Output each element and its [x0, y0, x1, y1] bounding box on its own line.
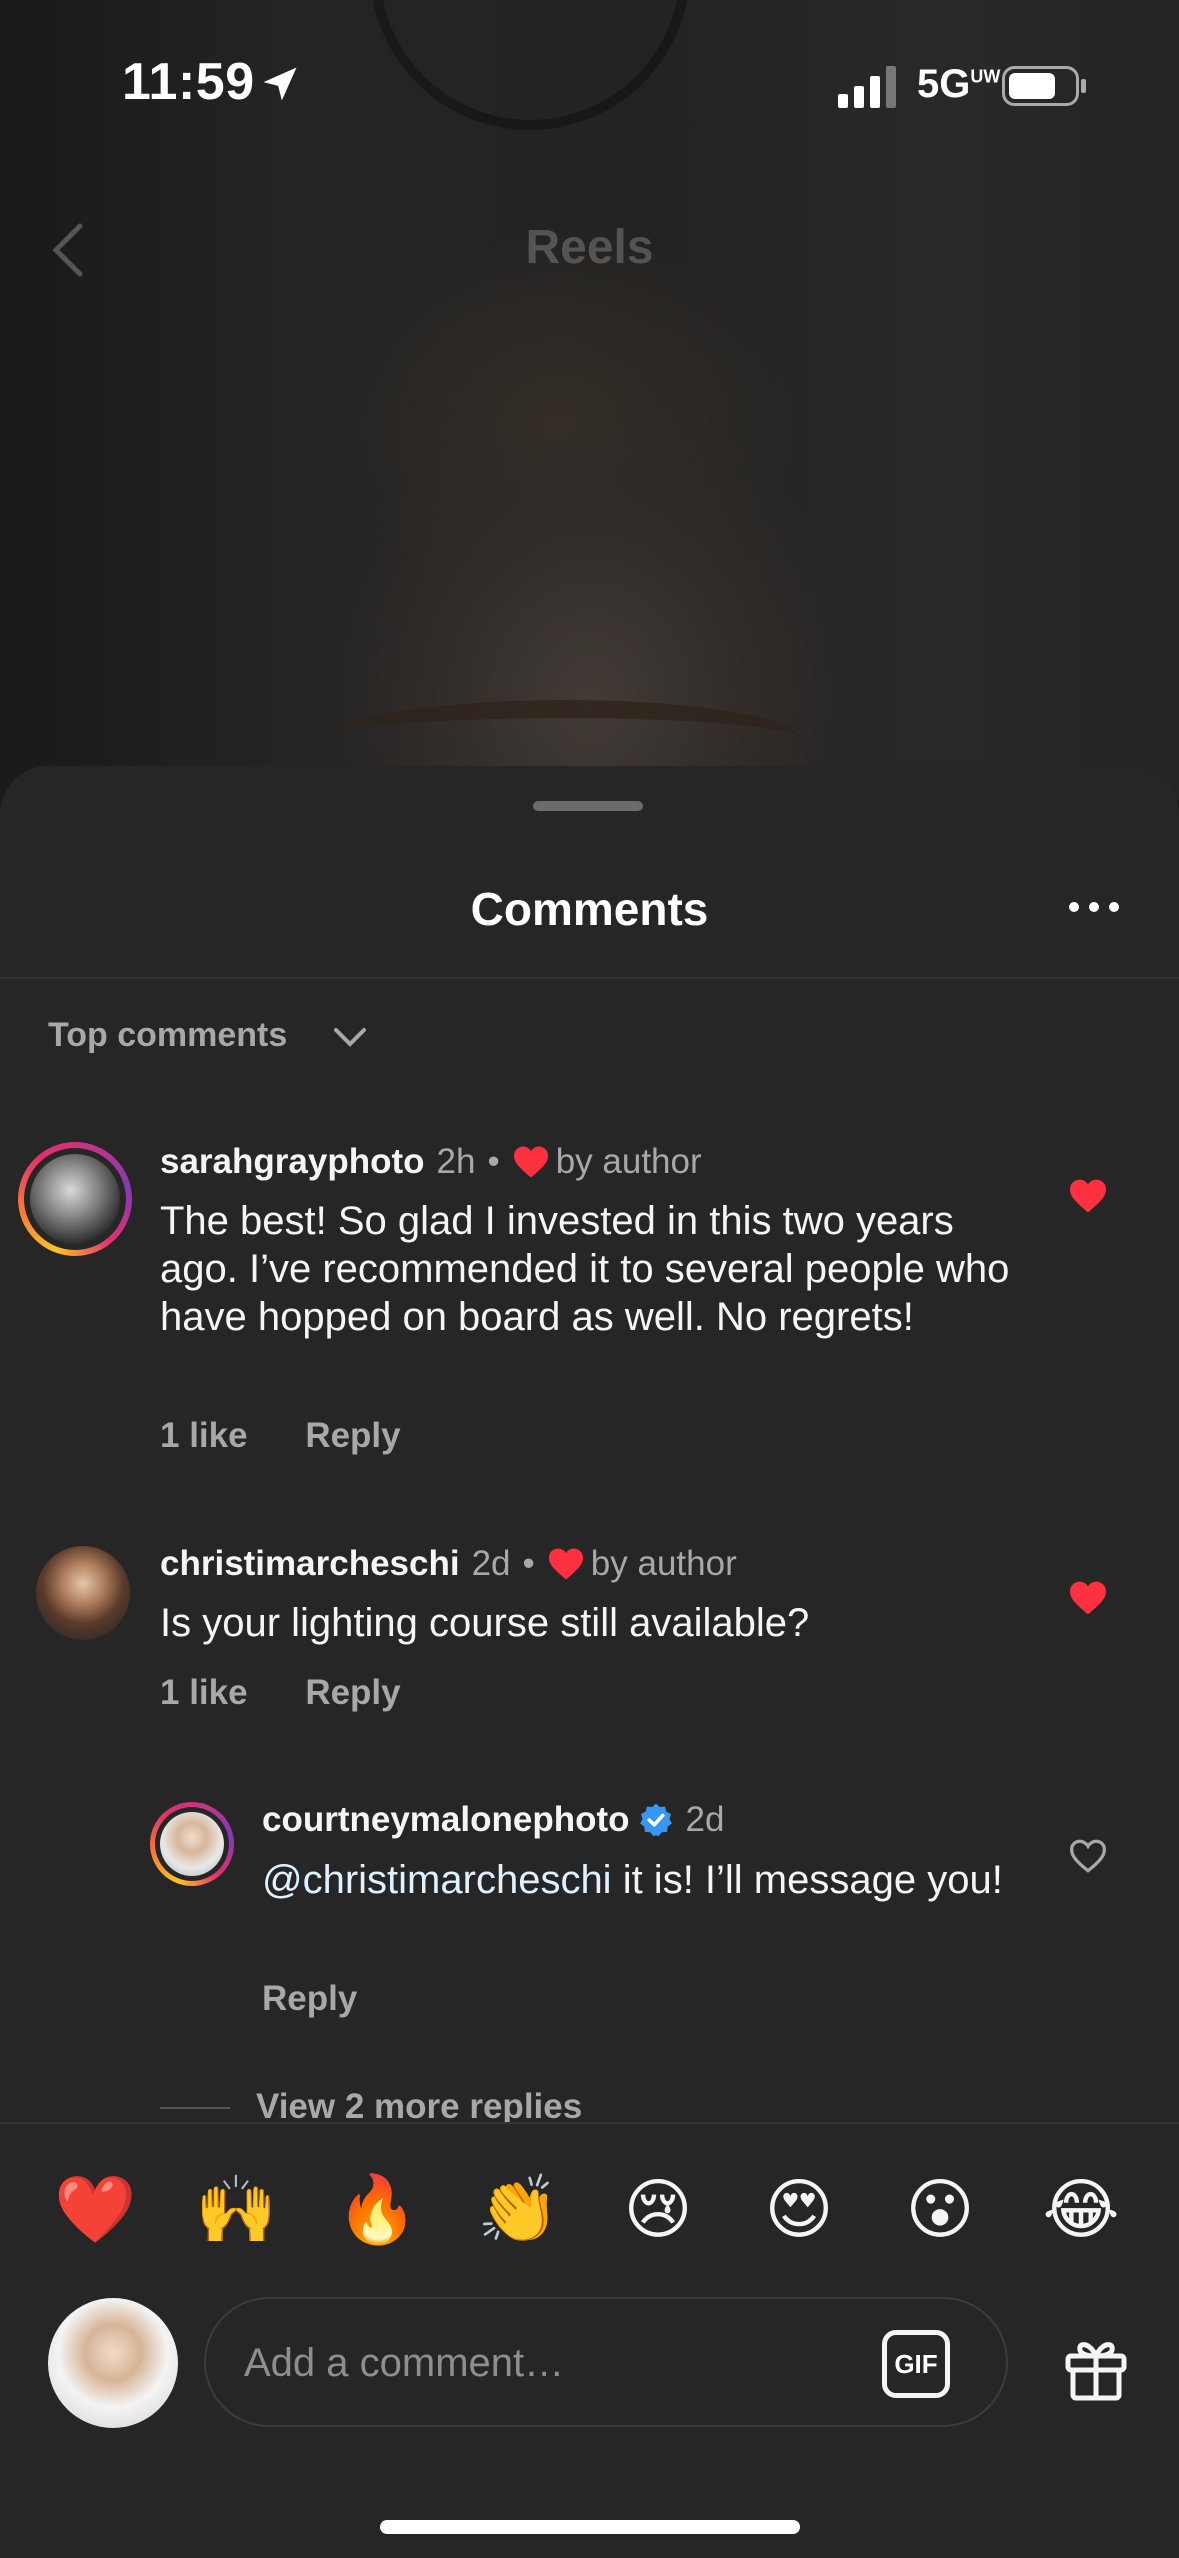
- network-sup: UW: [970, 66, 1001, 87]
- reaction-emoji-clapping[interactable]: 👏: [477, 2170, 559, 2250]
- comment-meta: sarahgrayphoto 2h • by author: [160, 1142, 702, 1182]
- reply-username[interactable]: courtneymalonephoto: [262, 1800, 630, 1840]
- reaction-emoji-heart-eyes[interactable]: 😍: [759, 2170, 839, 2250]
- reply-meta: courtneymalonephoto 2d: [262, 1800, 724, 1840]
- reply-button[interactable]: Reply: [305, 1673, 400, 1712]
- reaction-emoji-heart[interactable]: ❤️: [54, 2170, 136, 2250]
- home-indicator[interactable]: [380, 2520, 800, 2534]
- network-indicator: 5GUW: [917, 62, 1000, 107]
- like-count[interactable]: 1 like: [160, 1416, 248, 1455]
- page-title: Reels: [525, 221, 654, 274]
- like-count[interactable]: 1 like: [160, 1673, 248, 1712]
- comment-username[interactable]: sarahgrayphoto: [160, 1142, 425, 1182]
- comment-time: 2d: [471, 1544, 511, 1583]
- reaction-emoji-surprised[interactable]: 😮: [900, 2170, 980, 2250]
- current-user-avatar: [48, 2298, 178, 2428]
- verified-badge-icon: [639, 1803, 672, 1837]
- cellular-signal-icon: [838, 66, 896, 108]
- comment-input[interactable]: [242, 2329, 846, 2397]
- reaction-emoji-laughing[interactable]: 😂: [1041, 2170, 1121, 2250]
- comment-actions: 1 like Reply: [160, 1416, 449, 1456]
- battery-icon: [1002, 66, 1086, 106]
- heart-icon: [548, 1548, 583, 1580]
- view-more-replies-button[interactable]: View 2 more replies: [256, 2087, 582, 2127]
- reply-body: it is! I’ll message you!: [611, 1858, 1003, 1902]
- status-time: 11:59: [122, 53, 255, 111]
- comment-text: The best! So glad I invested in this two…: [160, 1199, 1010, 1339]
- reply-button[interactable]: Reply: [262, 1979, 357, 2018]
- comment-text: Is your lighting course still available?: [160, 1601, 810, 1645]
- heart-filled-icon[interactable]: [1068, 1580, 1108, 1616]
- comment-meta: christimarcheschi 2d • by author: [160, 1544, 737, 1584]
- heart-icon: [513, 1146, 548, 1178]
- reply-button[interactable]: Reply: [305, 1416, 400, 1455]
- more-options-icon[interactable]: [1068, 897, 1120, 917]
- comment-actions: 1 like Reply: [160, 1673, 449, 1713]
- heart-outline-icon[interactable]: [1068, 1838, 1108, 1874]
- sort-dropdown[interactable]: Top comments: [48, 1016, 287, 1055]
- replies-line: [160, 2107, 230, 2109]
- location-arrow-icon: [263, 67, 297, 101]
- reaction-emoji-fire[interactable]: 🔥: [336, 2170, 418, 2250]
- separator-dot: •: [487, 1142, 500, 1181]
- mention-link[interactable]: @christimarcheschi: [262, 1858, 612, 1902]
- liked-by-author-label: by author: [555, 1142, 702, 1181]
- comment-username[interactable]: christimarcheschi: [160, 1544, 460, 1584]
- status-bar: 11:59 5GUW: [0, 0, 1179, 170]
- separator-dot: •: [522, 1544, 535, 1583]
- gif-button[interactable]: GIF: [882, 2330, 950, 2398]
- avatar[interactable]: [30, 1154, 120, 1244]
- reaction-emoji-raised-hands[interactable]: 🙌: [195, 2170, 277, 2250]
- reply-time: 2d: [685, 1800, 725, 1839]
- reply-actions: Reply: [262, 1979, 405, 2019]
- reaction-emoji-crying[interactable]: 😢: [618, 2170, 698, 2250]
- reply-text: @christimarcheschi it is! I’ll message y…: [262, 1856, 1022, 1904]
- liked-by-author-label: by author: [590, 1544, 737, 1583]
- gift-icon[interactable]: [1060, 2330, 1132, 2402]
- sheet-title: Comments: [470, 883, 709, 935]
- comment-time: 2h: [436, 1142, 476, 1181]
- network-label: 5G: [917, 62, 971, 106]
- avatar[interactable]: [160, 1812, 224, 1876]
- header-divider: [0, 977, 1179, 979]
- avatar[interactable]: [36, 1546, 130, 1640]
- chevron-down-icon[interactable]: [332, 1026, 368, 1050]
- heart-filled-icon[interactable]: [1068, 1178, 1108, 1214]
- sheet-drag-handle[interactable]: [533, 801, 643, 811]
